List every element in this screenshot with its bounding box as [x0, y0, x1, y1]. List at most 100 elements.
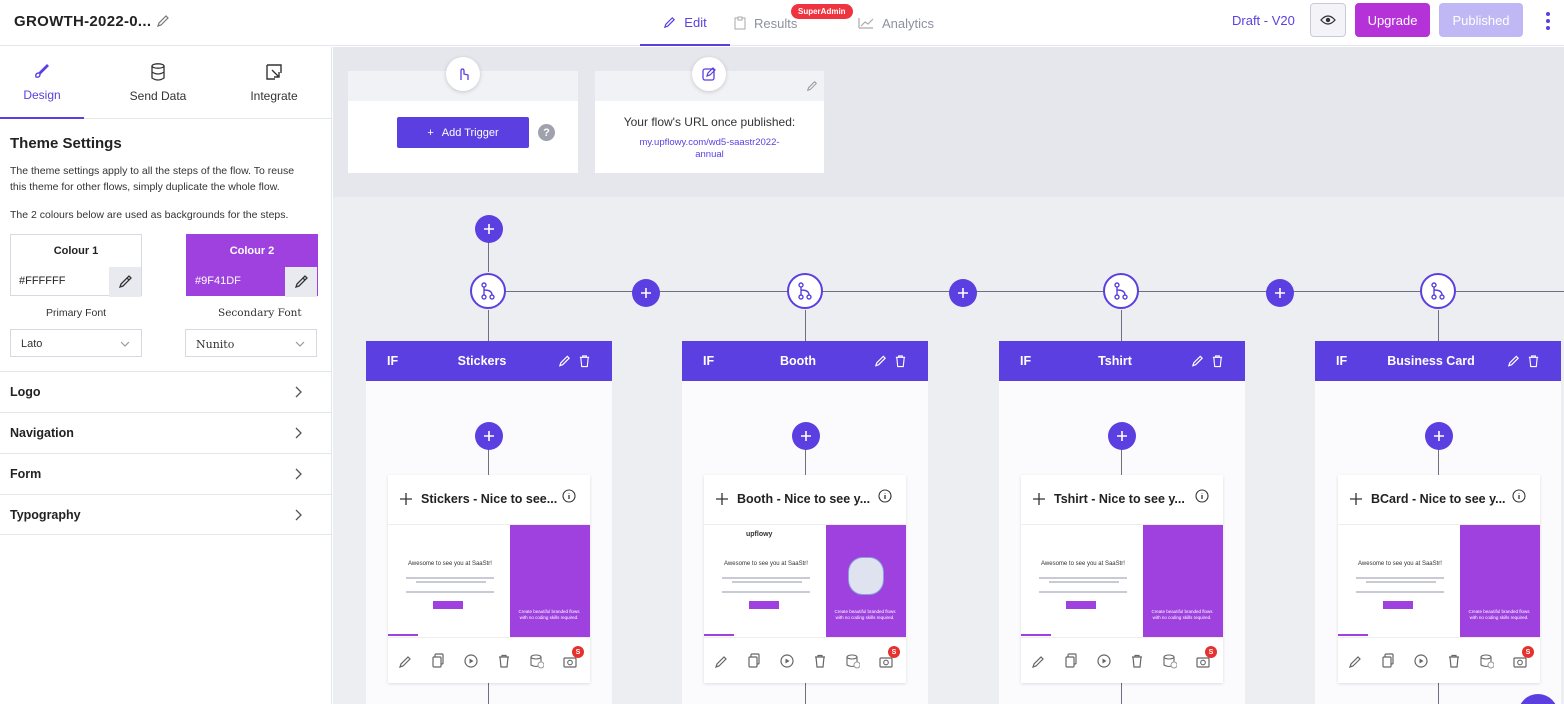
- add-step-button[interactable]: [475, 422, 503, 450]
- tab-edit[interactable]: Edit: [640, 0, 730, 46]
- step-preview-thumbnail[interactable]: Awesome to see you at SaaStr! Create bea…: [1021, 524, 1223, 637]
- branch-header-stickers[interactable]: IF Stickers: [366, 341, 612, 381]
- drag-move-icon[interactable]: [1033, 493, 1045, 505]
- copy-icon[interactable]: [747, 653, 761, 669]
- trash-icon[interactable]: [1130, 653, 1144, 669]
- add-branch-button[interactable]: [1266, 279, 1294, 307]
- step-card-booth[interactable]: Booth - Nice to see y... upflowy Awesome…: [704, 475, 906, 683]
- upgrade-button[interactable]: Upgrade: [1355, 3, 1430, 37]
- flow-url-link[interactable]: my.upflowy.com/wd5-saastr2022- annual: [595, 137, 824, 161]
- trash-icon[interactable]: [1447, 653, 1461, 669]
- flow-canvas[interactable]: + Add Trigger ? Your flow's URL once pub…: [333, 47, 1564, 704]
- tab-send-data[interactable]: Send Data: [108, 47, 208, 119]
- trash-icon[interactable]: [497, 653, 511, 669]
- drag-move-icon[interactable]: [400, 493, 412, 505]
- trash-icon[interactable]: [1527, 354, 1540, 368]
- play-icon[interactable]: [1097, 653, 1111, 669]
- pencil-icon[interactable]: [1031, 653, 1045, 669]
- info-icon[interactable]: [878, 489, 892, 503]
- flow-title[interactable]: GROWTH-2022-0...: [14, 13, 151, 30]
- database-clock-icon[interactable]: [530, 653, 544, 669]
- preview-button[interactable]: [1310, 3, 1346, 37]
- step-title[interactable]: Tshirt - Nice to see y...: [1033, 492, 1185, 506]
- pencil-icon[interactable]: [1191, 354, 1204, 368]
- drag-move-icon[interactable]: [1350, 493, 1362, 505]
- section-navigation[interactable]: Navigation: [0, 412, 332, 453]
- tab-send-data-label: Send Data: [129, 89, 187, 103]
- branch-node[interactable]: [787, 273, 823, 309]
- info-icon[interactable]: [1512, 489, 1526, 503]
- step-title[interactable]: BCard - Nice to see y...: [1350, 492, 1506, 506]
- play-icon[interactable]: [780, 653, 794, 669]
- tab-results[interactable]: Results: [734, 0, 797, 46]
- git-branch-icon: [798, 282, 812, 300]
- add-step-button[interactable]: [792, 422, 820, 450]
- trash-icon[interactable]: [894, 354, 907, 368]
- drag-move-icon[interactable]: [716, 493, 728, 505]
- tab-design[interactable]: Design: [0, 47, 84, 119]
- colour-2-hex[interactable]: #9F41DF: [195, 275, 241, 287]
- add-branch-button[interactable]: [632, 279, 660, 307]
- pencil-icon[interactable]: [156, 14, 170, 28]
- tab-integrate[interactable]: Integrate: [224, 47, 324, 119]
- step-preview-thumbnail[interactable]: upflowy Awesome to see you at SaaStr! Cr…: [704, 524, 906, 637]
- trash-icon[interactable]: [1211, 354, 1224, 368]
- section-form[interactable]: Form: [0, 453, 332, 494]
- add-step-button[interactable]: [1108, 422, 1136, 450]
- step-title[interactable]: Stickers - Nice to see...: [400, 492, 557, 506]
- trash-icon[interactable]: [578, 354, 591, 368]
- branch-header-business-card[interactable]: IF Business Card: [1315, 341, 1561, 381]
- copy-icon[interactable]: [1381, 653, 1395, 669]
- info-icon[interactable]: [562, 489, 576, 503]
- pencil-icon[interactable]: [398, 653, 412, 669]
- copy-icon[interactable]: [1064, 653, 1078, 669]
- more-vertical-icon[interactable]: [1540, 10, 1556, 32]
- pencil-icon[interactable]: [1507, 354, 1520, 368]
- play-icon[interactable]: [464, 653, 478, 669]
- pencil-icon[interactable]: [874, 354, 887, 368]
- step-card-tshirt[interactable]: Tshirt - Nice to see y... Awesome to see…: [1021, 475, 1223, 683]
- info-icon[interactable]: [1195, 489, 1209, 503]
- step-title[interactable]: Booth - Nice to see y...: [716, 492, 870, 506]
- step-preview-thumbnail[interactable]: Awesome to see you at SaaStr! Create bea…: [388, 524, 590, 637]
- step-actions: S: [704, 637, 906, 683]
- section-typography[interactable]: Typography: [0, 494, 332, 535]
- database-clock-icon[interactable]: [1480, 653, 1494, 669]
- pencil-icon[interactable]: [714, 653, 728, 669]
- section-logo[interactable]: Logo: [0, 371, 332, 412]
- step-card-business-card[interactable]: BCard - Nice to see y... Awesome to see …: [1338, 475, 1540, 683]
- add-branch-button[interactable]: [949, 279, 977, 307]
- published-button[interactable]: Published: [1439, 3, 1523, 37]
- database-clock-icon[interactable]: [1163, 653, 1177, 669]
- add-step-button[interactable]: [1425, 422, 1453, 450]
- colour-1-picker[interactable]: [109, 267, 141, 297]
- branch-node[interactable]: [1420, 273, 1456, 309]
- pencil-icon[interactable]: [1348, 653, 1362, 669]
- colour-2-picker[interactable]: [285, 267, 317, 297]
- colour-1-hex[interactable]: #FFFFFF: [19, 275, 65, 287]
- primary-font-select[interactable]: Lato: [10, 329, 142, 357]
- colour-2-card[interactable]: Colour 2 #9F41DF: [186, 234, 318, 297]
- copy-icon[interactable]: [431, 653, 445, 669]
- play-icon[interactable]: [1414, 653, 1428, 669]
- help-icon[interactable]: ?: [538, 124, 555, 141]
- add-step-button[interactable]: [475, 215, 503, 243]
- step-card-stickers[interactable]: Stickers - Nice to see... Awesome to see…: [388, 475, 590, 683]
- branch-node[interactable]: [1103, 273, 1139, 309]
- tab-analytics[interactable]: Analytics: [858, 0, 934, 46]
- add-trigger-button[interactable]: + Add Trigger: [397, 117, 529, 148]
- pencil-icon[interactable]: [558, 354, 571, 368]
- trash-icon[interactable]: [813, 653, 827, 669]
- database-clock-icon[interactable]: [846, 653, 860, 669]
- branch-node[interactable]: [470, 273, 506, 309]
- secondary-font-select[interactable]: Nunito: [185, 329, 317, 357]
- draft-version-label[interactable]: Draft - V20: [1232, 13, 1295, 28]
- preview-text-line: [732, 581, 802, 583]
- branch-header-booth[interactable]: IF Booth: [682, 341, 928, 381]
- preview-text-line: [1039, 577, 1127, 579]
- pencil-icon[interactable]: [806, 80, 818, 92]
- colour-1-card[interactable]: Colour 1 #FFFFFF: [10, 234, 142, 297]
- canvas-header-area: + Add Trigger ? Your flow's URL once pub…: [333, 47, 1564, 197]
- step-preview-thumbnail[interactable]: Awesome to see you at SaaStr! Create bea…: [1338, 524, 1540, 637]
- branch-header-tshirt[interactable]: IF Tshirt: [999, 341, 1245, 381]
